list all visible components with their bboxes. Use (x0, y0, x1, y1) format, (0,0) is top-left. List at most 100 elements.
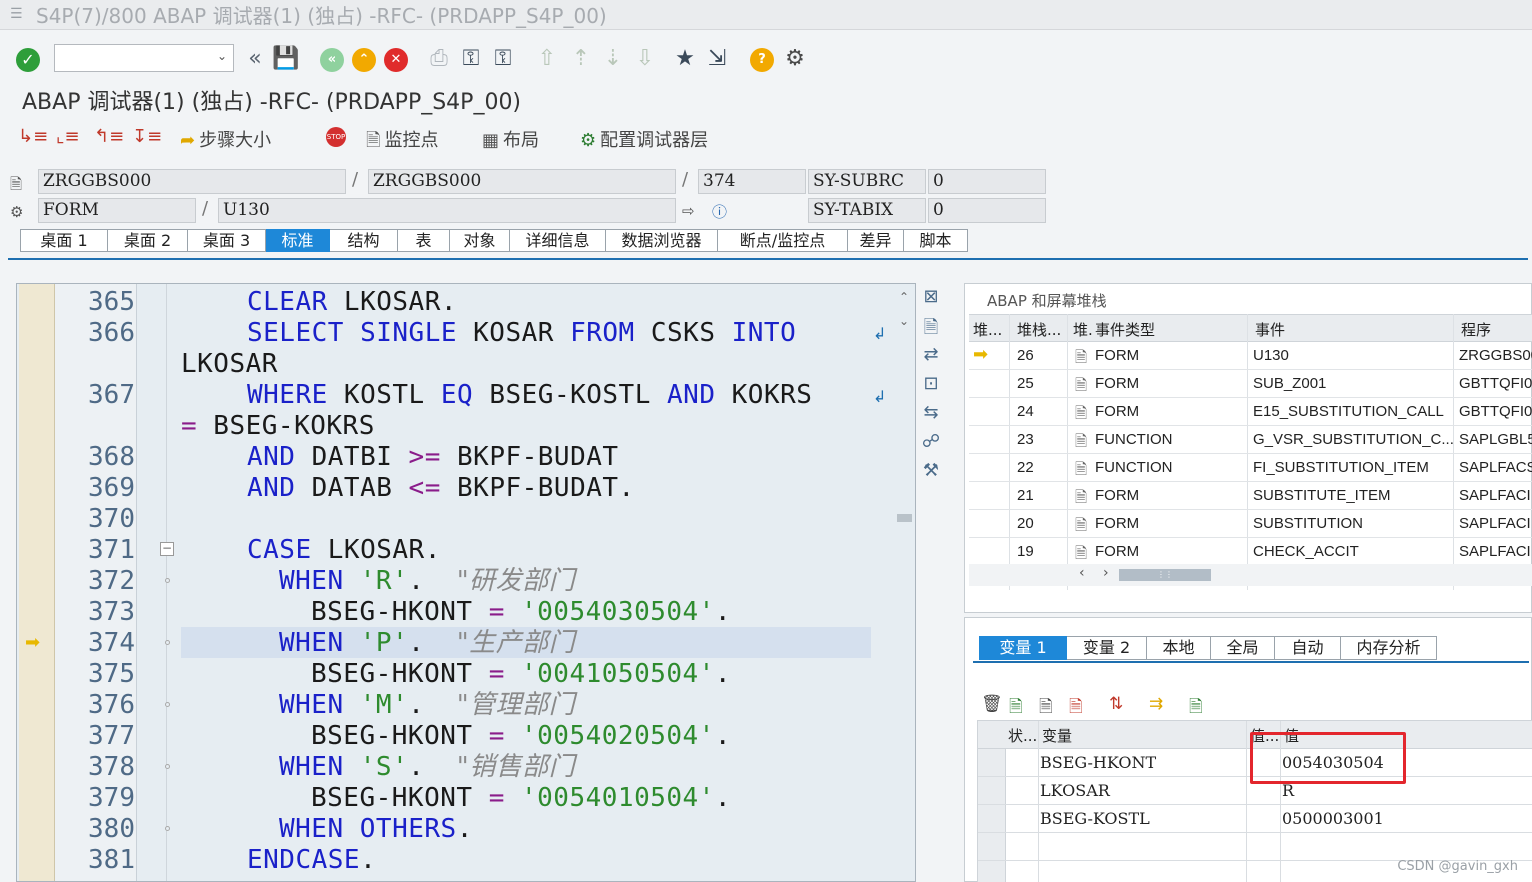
separator: / (202, 198, 209, 219)
stack-row[interactable]: 23 🗎 FUNCTION G_VSR_SUBSTITUTION_C... SA… (969, 426, 1532, 454)
tab-variables-1[interactable]: 变量 1 (979, 636, 1067, 660)
tab-standard[interactable]: 标准 (266, 229, 330, 252)
stack-row[interactable]: 19 🗎 FORM CHECK_ACCIT SAPLFACI (969, 538, 1532, 566)
print-icon[interactable]: ⎙ (426, 46, 452, 72)
tab-diff[interactable]: 差异 (848, 229, 904, 252)
next-page-icon[interactable]: ⇣ (600, 46, 626, 72)
info-icon[interactable]: ⓘ (712, 201, 727, 222)
code-text-area[interactable]: CLEAR LKOSAR. SELECT SINGLE KOSAR FROM C… (167, 284, 887, 881)
tab-global[interactable]: 全局 (1211, 636, 1275, 660)
continue-button[interactable]: ↧≡ (132, 126, 166, 147)
column-header[interactable]: 状... (1008, 725, 1037, 746)
return-button[interactable]: ↰≡ (94, 126, 128, 147)
tab-table[interactable]: 表 (398, 229, 450, 252)
last-page-icon[interactable]: ⇩ (632, 46, 658, 72)
stop-button[interactable]: STOP (326, 126, 354, 147)
stack-row[interactable]: 22 🗎 FUNCTION FI_SUBSTITUTION_ITEM SAPLF… (969, 454, 1532, 482)
execute-button[interactable]: ⌞≡ (56, 126, 84, 147)
stack-row[interactable]: ➡ 26 🗎 FORM U130 ZRGGBS00 (969, 342, 1532, 370)
window-icon: ☰ (10, 6, 23, 22)
tab-desktop-1[interactable]: 桌面 1 (20, 229, 108, 252)
variable-row[interactable]: BSEG-KOSTL 0500003001 (978, 805, 1532, 833)
column-header[interactable]: 堆栈... (1017, 319, 1061, 340)
column-header[interactable]: 事件类型 (1095, 319, 1155, 340)
swap-icon[interactable]: ⇆ (918, 402, 944, 431)
config-icon: ⚙ (580, 130, 597, 151)
detail-view-icon[interactable]: 🗎 (1039, 694, 1053, 723)
tab-desktop-3[interactable]: 桌面 3 (188, 229, 266, 252)
stack-horizontal-scrollbar[interactable]: ‹ › ⋮⋮ (969, 564, 1532, 586)
watchpoint-button[interactable]: 🗎 监控点 (366, 126, 438, 158)
scroll-thumb[interactable] (897, 514, 912, 522)
stack-row[interactable]: 25 🗎 FORM SUB_Z001 GBTTQFI0 (969, 370, 1532, 398)
standard-toolbar: ✓ ⌄ « 💾 « ⌃ ✕ ⎙ ⚿ ⚿ ⇧ ⇡ ⇣ ⇩ ★ ⇲ ? ⚙ (0, 40, 1532, 82)
tab-data-explorer[interactable]: 数据浏览器 (606, 229, 718, 252)
variable-name[interactable]: LKOSAR (1040, 781, 1110, 800)
new-tool-icon[interactable]: 🗎 (918, 315, 944, 344)
delete-icon[interactable]: 🗑 (981, 694, 1003, 714)
find-icon[interactable]: ⚿ (458, 46, 484, 72)
new-variable-icon[interactable]: 🗎 (1009, 694, 1023, 723)
help-icon[interactable]: ? (750, 48, 774, 72)
scroll-left-icon[interactable]: ‹ (1079, 565, 1085, 581)
save-icon[interactable]: 💾 (272, 46, 299, 72)
sort-icon[interactable]: ⇅ (1109, 694, 1123, 714)
double-chevron-left-icon[interactable]: « (242, 46, 268, 72)
column-header[interactable]: 事件 (1255, 319, 1285, 340)
create-session-icon[interactable]: ★ (672, 46, 698, 72)
column-header[interactable]: 堆. (1073, 319, 1093, 340)
scroll-right-icon[interactable]: › (1103, 565, 1109, 581)
column-header[interactable]: 变量 (1042, 725, 1072, 746)
source-code-editor[interactable]: 365 366 367 368 369 370 371 372 373 374 … (16, 283, 916, 882)
variable-name[interactable]: BSEG-KOSTL (1040, 809, 1150, 828)
tab-breakpoints[interactable]: 断点/监控点 (718, 229, 848, 252)
tab-structure[interactable]: 结构 (330, 229, 398, 252)
replace-tool-icon[interactable]: ⇄ (918, 344, 944, 373)
variable-name[interactable]: BSEG-HKONT (1040, 753, 1156, 772)
find-next-icon[interactable]: ⚿ (490, 46, 516, 72)
maximize-icon[interactable]: ⊡ (918, 373, 944, 402)
variable-value[interactable]: 0500003001 (1282, 809, 1384, 828)
navigate-icon[interactable]: ⇨ (682, 202, 695, 220)
enter-check-icon[interactable]: ✓ (16, 48, 40, 72)
tab-details[interactable]: 详细信息 (510, 229, 606, 252)
stack-row[interactable]: 21 🗎 FORM SUBSTITUTE_ITEM SAPLFACI (969, 482, 1532, 510)
tab-objects[interactable]: 对象 (450, 229, 510, 252)
tab-auto[interactable]: 自动 (1275, 636, 1341, 660)
tab-script[interactable]: 脚本 (904, 229, 968, 252)
services-icon[interactable]: ☍ (918, 431, 944, 460)
scroll-up-icon[interactable]: ⌃ (899, 290, 909, 304)
tab-desktop-2[interactable]: 桌面 2 (108, 229, 188, 252)
chevron-down-icon[interactable]: ⌄ (217, 49, 227, 63)
tab-local[interactable]: 本地 (1147, 636, 1211, 660)
tab-memory-analysis[interactable]: 内存分析 (1341, 636, 1437, 660)
first-page-icon[interactable]: ⇧ (534, 46, 560, 72)
back-icon[interactable]: « (320, 48, 344, 72)
step-size-button[interactable]: ➦ 步骤大小 (180, 126, 271, 152)
gear-icon[interactable]: ⚙ (782, 46, 808, 72)
variable-row[interactable] (978, 833, 1532, 861)
export-icon[interactable]: 🗎 (1189, 694, 1203, 723)
breakpoint-gutter[interactable] (19, 284, 55, 881)
editor-scrollbar[interactable]: ⌃ ⌄ (895, 284, 915, 881)
column-header[interactable]: 程序 (1461, 319, 1491, 340)
line-number: 379 (88, 783, 135, 813)
stack-row[interactable]: 20 🗎 FORM SUBSTITUTION SAPLFACI (969, 510, 1532, 538)
scroll-thumb[interactable]: ⋮⋮ (1119, 569, 1211, 581)
layout-button[interactable]: ▦ 布局 (482, 126, 539, 152)
settings-tool-icon[interactable]: ⚒ (918, 460, 944, 489)
column-header[interactable]: 堆... (973, 319, 1002, 340)
single-step-button[interactable]: ↳≡ (18, 126, 52, 147)
command-field[interactable]: ⌄ (54, 44, 234, 72)
shortcut-icon[interactable]: ⇲ (704, 46, 730, 72)
distribute-icon[interactable]: ⇉ (1149, 694, 1163, 714)
previous-page-icon[interactable]: ⇡ (568, 46, 594, 72)
tab-variables-2[interactable]: 变量 2 (1067, 636, 1147, 660)
exit-icon[interactable]: ⌃ (352, 48, 376, 72)
stack-row[interactable]: 24 🗎 FORM E15_SUBSTITUTION_CALL GBTTQFI0 (969, 398, 1532, 426)
config-layer-button[interactable]: ⚙ 配置调试器层 (580, 126, 708, 152)
remove-variable-icon[interactable]: 🗎 (1069, 694, 1083, 723)
cancel-icon[interactable]: ✕ (384, 48, 408, 72)
close-panel-icon[interactable]: ⊠ (918, 286, 944, 315)
scroll-down-icon[interactable]: ⌄ (899, 314, 909, 328)
